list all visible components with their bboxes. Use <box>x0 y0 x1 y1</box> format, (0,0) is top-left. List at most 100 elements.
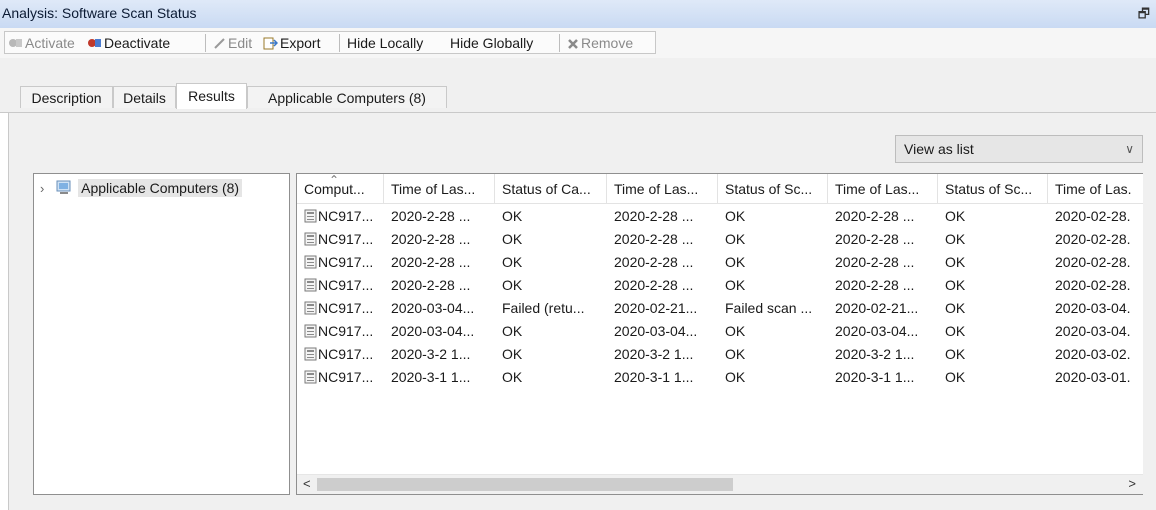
horizontal-scrollbar[interactable]: < > <box>297 474 1143 494</box>
cell-time-of-last: 2020-2-28 ... <box>607 274 718 297</box>
chevron-down-icon: ∨ <box>1125 142 1134 156</box>
scroll-right-arrow[interactable]: > <box>1128 476 1136 491</box>
cell-text: OK <box>945 300 966 316</box>
cell-status-of-scan: OK <box>718 343 828 366</box>
cell-text: OK <box>502 208 523 224</box>
cell-status-of-scan: OK <box>938 320 1048 343</box>
cell-status-of-catalog: Failed (retu... <box>495 297 607 320</box>
cell-time-of-last: 2020-2-28 ... <box>384 274 495 297</box>
tab-results[interactable]: Results <box>176 83 247 109</box>
scroll-left-arrow[interactable]: < <box>303 476 311 491</box>
hide-locally-button[interactable]: Hide Locally <box>347 34 423 52</box>
column-header-status-of-scan[interactable]: Status of Sc... <box>938 174 1048 204</box>
cell-time-of-last: 2020-03-01. <box>1048 366 1143 389</box>
cell-status-of-scan: OK <box>938 251 1048 274</box>
cell-text: OK <box>945 254 966 270</box>
activate-button[interactable]: Activate <box>8 34 75 52</box>
table-row[interactable]: NC917... 2020-03-04... OK 2020-03-04... OK 20… <box>297 320 1143 343</box>
scrollbar-thumb[interactable] <box>317 478 733 491</box>
cell-status-of-scan: OK <box>938 366 1048 389</box>
table-row[interactable]: NC917... 2020-3-1 1... OK 2020-3-1 1... OK 20… <box>297 366 1143 389</box>
cell-text: 2020-02-28. <box>1055 277 1131 293</box>
cell-computer: NC917... <box>297 205 384 230</box>
cell-time-of-last: 2020-3-1 1... <box>828 366 938 389</box>
toolbar-separator <box>559 34 560 52</box>
cell-text: 2020-03-04... <box>391 323 475 339</box>
column-header-time-of-last[interactable]: Time of Las... <box>828 174 938 204</box>
cell-text: OK <box>725 369 746 385</box>
table-row[interactable]: NC917... 2020-2-28 ... OK 2020-2-28 ... OK 20… <box>297 228 1143 251</box>
cell-status-of-scan: OK <box>718 205 828 228</box>
cell-time-of-last: 2020-03-04... <box>384 320 495 343</box>
column-header-computer[interactable]: ⌃ Comput... <box>297 174 384 204</box>
cell-text: NC917... <box>318 369 374 385</box>
table-row[interactable]: NC917... 2020-2-28 ... OK 2020-2-28 ... OK 20… <box>297 274 1143 297</box>
cell-text: OK <box>945 277 966 293</box>
cell-status-of-scan: OK <box>718 228 828 251</box>
cell-status-of-scan: OK <box>938 297 1048 320</box>
cell-status-of-catalog: OK <box>495 228 607 251</box>
cell-text: NC917... <box>318 300 374 316</box>
cell-text: OK <box>725 346 746 362</box>
export-button[interactable]: Export <box>263 34 320 52</box>
cell-text: OK <box>945 231 966 247</box>
cell-status-of-catalog: OK <box>495 251 607 274</box>
cell-computer: NC917... <box>297 320 384 345</box>
table-row[interactable]: NC917... 2020-2-28 ... OK 2020-2-28 ... OK 20… <box>297 251 1143 274</box>
column-header-status-of-scan[interactable]: Status of Sc... <box>718 174 828 204</box>
export-icon <box>263 36 279 54</box>
cell-computer: NC917... <box>297 366 384 391</box>
column-header-time-of-last[interactable]: Time of Las... <box>384 174 495 204</box>
cell-text: NC917... <box>318 346 374 362</box>
computer-icon <box>304 322 317 345</box>
toolbar-separator <box>205 34 206 52</box>
tree-node-applicable-computers[interactable]: › Applicable Computers (8) <box>40 179 243 198</box>
table-row[interactable]: NC917... 2020-3-2 1... OK 2020-3-2 1... OK 20… <box>297 343 1143 366</box>
computer-group-tree: › Applicable Computers (8) <box>33 173 290 495</box>
edit-button[interactable]: Edit <box>213 34 252 52</box>
cell-text: 2020-02-28. <box>1055 208 1131 224</box>
hide-globally-button[interactable]: Hide Globally <box>450 34 533 52</box>
chevron-right-icon[interactable]: › <box>40 181 44 196</box>
cell-text: 2020-2-28 ... <box>835 254 915 270</box>
cell-status-of-scan: Failed scan ... <box>718 297 828 320</box>
computer-icon <box>304 253 317 276</box>
title-bar: Analysis: Software Scan Status 🗗 <box>0 0 1156 29</box>
tab-description[interactable]: Description <box>20 86 113 108</box>
cell-status-of-catalog: OK <box>495 320 607 343</box>
cell-status-of-scan: OK <box>938 205 1048 228</box>
column-header-status-of-catalog[interactable]: Status of Ca... <box>495 174 607 204</box>
cell-status-of-scan: OK <box>938 343 1048 366</box>
cell-time-of-last: 2020-2-28 ... <box>384 205 495 228</box>
column-header-time-of-last[interactable]: Time of Las... <box>607 174 718 204</box>
table-row[interactable]: NC917... 2020-03-04... Failed (retu... 2020… <box>297 297 1143 320</box>
cell-status-of-scan: OK <box>718 274 828 297</box>
cell-time-of-last: 2020-2-28 ... <box>607 205 718 228</box>
deactivate-button[interactable]: Deactivate <box>87 34 170 52</box>
cell-text: OK <box>502 231 523 247</box>
cell-text: 2020-2-28 ... <box>391 254 471 270</box>
remove-button[interactable]: Remove <box>567 34 633 52</box>
cell-status-of-catalog: OK <box>495 343 607 366</box>
restore-window-icon[interactable]: 🗗 <box>1138 5 1150 27</box>
cell-text: 2020-3-2 1... <box>835 346 915 362</box>
computer-group-icon <box>56 180 72 198</box>
table-row[interactable]: NC917... 2020-2-28 ... OK 2020-2-28 ... OK 20… <box>297 205 1143 228</box>
column-header-time-of-last[interactable]: Time of Las. <box>1048 174 1143 204</box>
cell-text: NC917... <box>318 323 374 339</box>
view-mode-select[interactable]: View as list ∨ <box>895 135 1143 163</box>
cell-text: 2020-2-28 ... <box>614 277 694 293</box>
export-label: Export <box>280 35 321 51</box>
cell-time-of-last: 2020-02-28. <box>1048 205 1143 228</box>
cell-computer: NC917... <box>297 228 384 253</box>
tab-applicable-computers[interactable]: Applicable Computers (8) <box>247 86 447 108</box>
cell-text: OK <box>725 277 746 293</box>
cell-text: OK <box>945 323 966 339</box>
cell-text: 2020-2-28 ... <box>391 277 471 293</box>
cell-time-of-last: 2020-3-2 1... <box>384 343 495 366</box>
tab-details[interactable]: Details <box>113 86 176 108</box>
toolbar: Activate Deactivate Edit Export Hide Loc… <box>0 28 1156 59</box>
remove-x-icon <box>567 36 579 54</box>
cell-text: 2020-03-04... <box>835 323 919 339</box>
sort-ascending-icon: ⌃ <box>329 174 340 187</box>
